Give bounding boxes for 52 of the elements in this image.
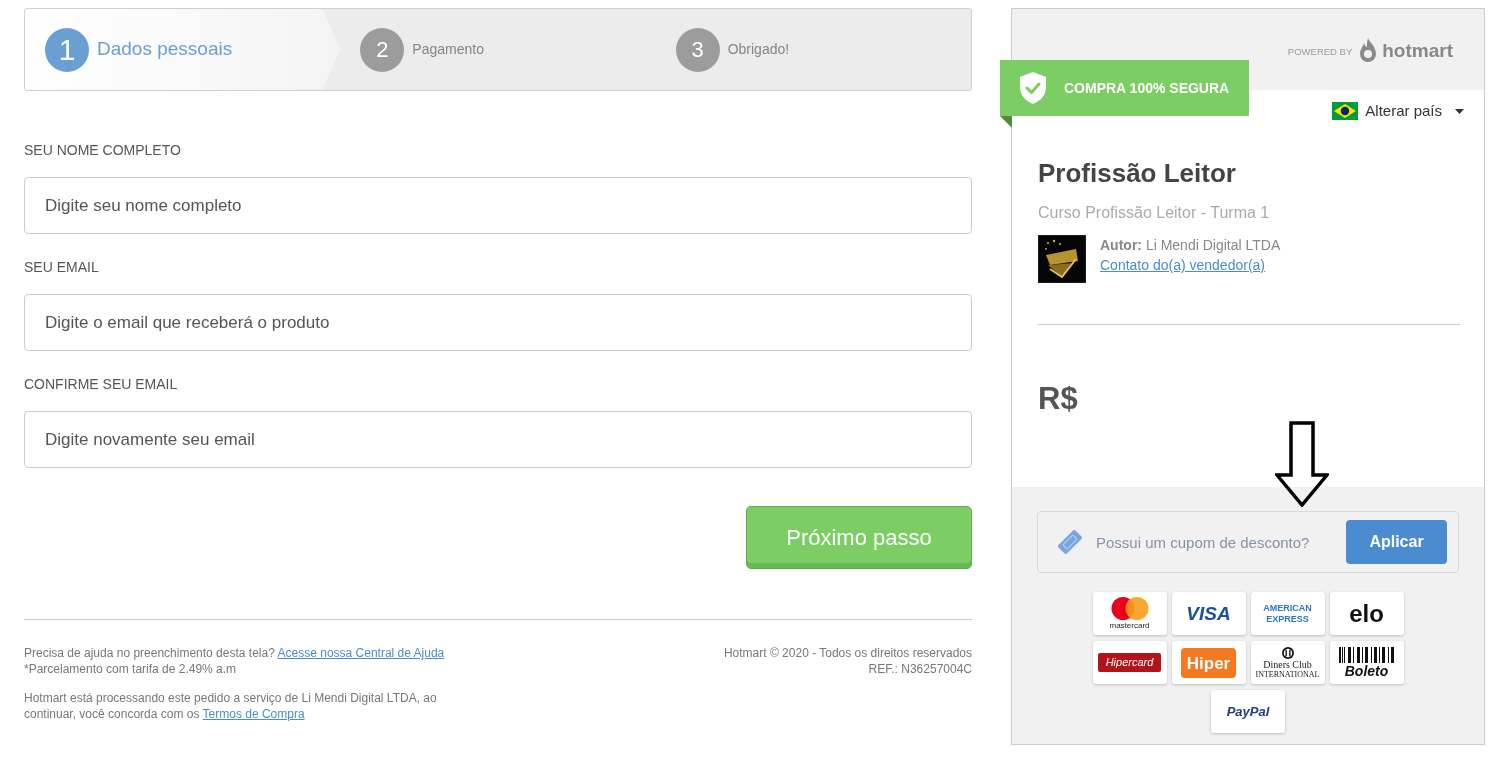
country-selector[interactable]: Alterar país [1332,101,1464,121]
seller-contact-link[interactable]: Contato do(a) vendedor(a) [1100,255,1281,275]
purchase-terms-link[interactable]: Termos de Compra [202,707,305,721]
brand-name: hotmart [1382,41,1453,60]
split-circle-icon [1281,646,1294,659]
card-brand-name: Hiper [1180,647,1237,678]
ribbon-fold-icon [1000,116,1012,128]
next-step-button[interactable]: Próximo passo [746,506,972,569]
flame-icon [1358,38,1379,63]
field-label: SEU EMAIL [24,258,100,277]
card-brand-name: Hipercard [1097,653,1162,672]
card-brand-name: Diners Club [1263,659,1312,670]
card-brand-subtitle: INTERNATIONAL [1255,670,1320,679]
text-input[interactable]: Digite seu nome completo [24,177,972,234]
caret-down-icon [1455,108,1464,114]
coupon-input[interactable]: Possui um cupom de desconto? [1096,524,1346,560]
step-number: 2 [360,27,405,72]
product-logo-drawing [1038,235,1086,283]
shield-check-icon [1020,72,1046,104]
step-number: 3 [675,27,720,72]
overlapping-circles-icon [1109,597,1150,620]
card-brand-name: elo [1349,601,1384,626]
step-label: Pagamento [412,40,484,59]
field-label: SEU NOME COMPLETO [24,141,182,160]
installment-note: *Parcelamento com tarifa de 2.49% a.m [24,661,238,677]
processing-notice: Hotmart está processando este pedido a serviço de Li Mendi Digital LTDA, ao continuar, você concorda com os Termos de Compra [24,690,438,722]
barcode-icon [1338,647,1395,663]
author-text: Autor: Li Mendi Digital LTDA [1100,236,1281,255]
coupon-field[interactable]: Possui um cupom de desconto? Aplicar [1037,511,1459,573]
card-brand-name: Boleto [1344,664,1389,678]
card-brand-name: AMERICAN EXPRESS [1262,602,1313,625]
powered-by-text: POWERED BY [1287,44,1353,59]
product-title: Profissão Leitor [1038,157,1237,189]
product-subtitle: Curso Profissão Leitor - Turma 1 [1038,203,1271,223]
help-text: Precisa de ajuda no preenchimento desta tela? Acesse nossa Central de Ajuda [24,645,446,661]
copyright-text: Hotmart © 2020 - Todos os direitos reservados [723,645,972,661]
price-text: R$ [1038,381,1079,417]
text-input[interactable]: Digite o email que receberá o produto [24,294,972,351]
card-brand-name: VISA [1186,604,1231,623]
apply-coupon-button[interactable]: Aplicar [1346,520,1447,564]
help-center-link[interactable]: Acesse nossa Central de Ajuda [277,646,445,660]
secure-purchase-text: COMPRA 100% SEGURA [1064,78,1230,98]
card-brand-name: mastercard [1109,622,1150,630]
step-label: Dados pessoais [97,37,233,62]
field-label: CONFIRME SEU EMAIL [24,375,179,394]
brazil-flag-icon [1332,102,1359,120]
text-input[interactable]: Digite novamente seu email [24,411,972,468]
card-brand-name: PayPal [1226,705,1270,718]
step-label: Obrigado! [727,40,790,59]
reference-code: REF.: N36257004C [868,661,972,677]
down-arrow-icon [1275,421,1329,507]
step-number: 1 [45,27,89,72]
